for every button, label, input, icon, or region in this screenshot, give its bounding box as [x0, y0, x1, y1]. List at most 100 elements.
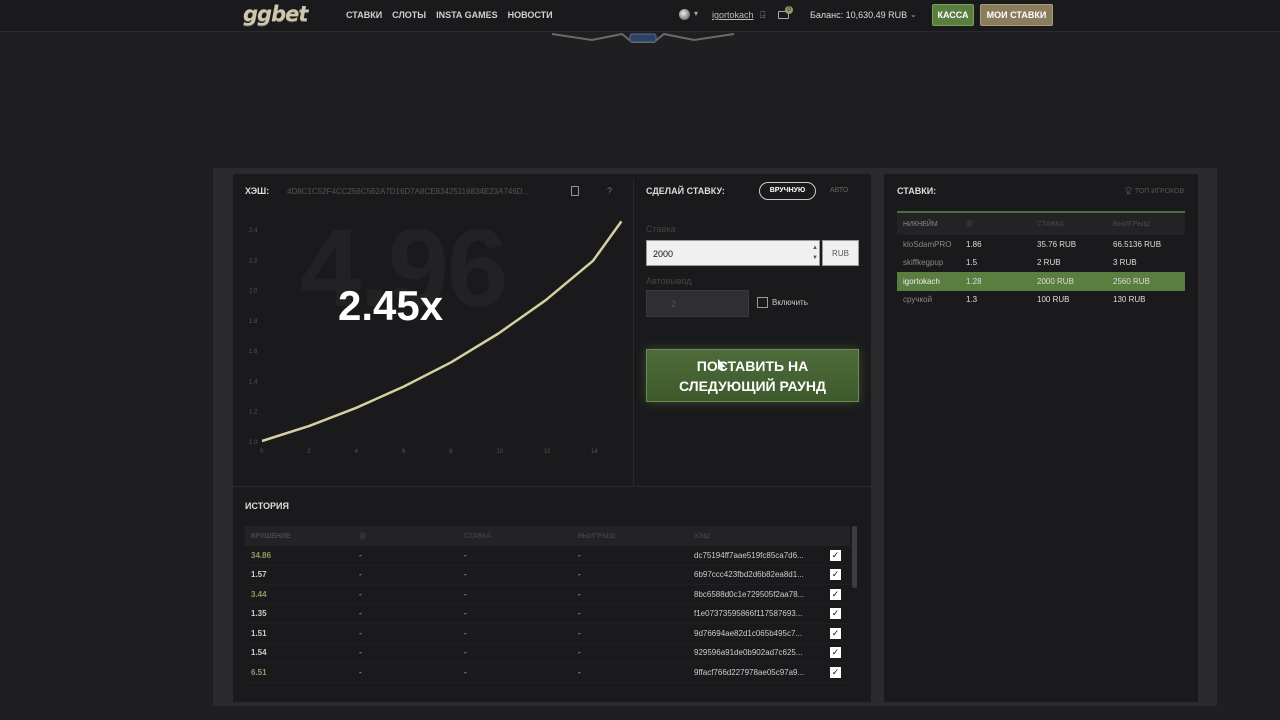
trophy-icon: 🏆︎	[1124, 188, 1133, 195]
verified-check-icon[interactable]: ✓	[830, 608, 841, 620]
autocashout-label: Автовывод	[646, 276, 692, 286]
history-win: -	[578, 667, 581, 677]
logout-icon[interactable]: ⍈	[760, 10, 765, 21]
ggbet-logo[interactable]: ggbet	[243, 2, 308, 26]
chevron-down-icon[interactable]: ▾	[694, 9, 698, 18]
verified-check-icon[interactable]: ✓	[830, 588, 841, 600]
balance-display[interactable]: Баланс: 10,630.49 RUB	[810, 10, 907, 20]
bets-row: сручкой 1.3 100 RUB 130 RUB	[897, 291, 1185, 310]
verified-check-icon[interactable]: ✓	[830, 647, 841, 659]
history-crash: 34.86	[251, 550, 272, 560]
stake-stepper-icon[interactable]: ▲ ▼	[812, 243, 818, 263]
nav-item-insta-games[interactable]: INSTA GAMES	[436, 10, 498, 20]
x-tick-label: 2	[307, 449, 311, 455]
help-icon[interactable]: ?	[607, 186, 612, 196]
bet-at: 1.3	[966, 295, 978, 305]
history-crash: 1.35	[251, 609, 267, 619]
history-row[interactable]: 1.51 - - - 9d76694ae82d1c065b495c7... ✓	[245, 624, 850, 644]
bet-at: 1.86	[966, 239, 982, 249]
history-stake: -	[464, 648, 467, 658]
autocashout-checkbox[interactable]	[757, 297, 768, 308]
history-at: -	[359, 609, 362, 619]
x-tick-label: 6	[402, 449, 406, 455]
history-crash: 1.51	[251, 628, 267, 638]
history-crash: 6.51	[251, 667, 267, 677]
history-table: КРУШЕНИЕ @ СТАВКА ВЫИГРЫШ ХЭШ 34.86 - - - dc…	[245, 526, 850, 683]
history-hash: 9ffacf766d227978ae05c97a9...	[694, 667, 805, 677]
bet-nickname: kloSdamPRO	[903, 239, 952, 249]
history-stake: -	[464, 550, 467, 560]
x-tick-label: 4	[355, 449, 359, 455]
copy-icon[interactable]	[571, 186, 579, 196]
top-nav-bar	[0, 0, 1280, 32]
col-at: @	[359, 532, 367, 540]
col-nickname: НИКНЕЙМ	[903, 220, 938, 228]
username-link[interactable]: igortokach	[712, 10, 754, 20]
nav-item-news[interactable]: НОВОСТИ	[508, 10, 553, 20]
verified-check-icon[interactable]: ✓	[830, 627, 841, 639]
bets-row: igortokach 1.28 2000 RUB 2560 RUB	[897, 272, 1185, 291]
verified-check-icon[interactable]: ✓	[830, 666, 841, 678]
col-win: ВЫИГРЫШ	[578, 532, 615, 540]
history-at: -	[359, 570, 362, 580]
place-bet-line2: СЛЕДУЮЩИЙ РАУНД	[679, 378, 826, 394]
x-tick-label: 14	[591, 449, 598, 455]
bet-at: 1.5	[966, 258, 978, 268]
bet-stake: 2 RUB	[1037, 258, 1061, 268]
history-row[interactable]: 3.44 - - - 8bc6588d0c1e729505f2aa78... ✓	[245, 585, 850, 605]
history-at: -	[359, 628, 362, 638]
col-win: ВЫИГРЫШ	[1113, 220, 1150, 228]
crash-chart: 1.0 1.2 1.4 1.6 1.8 2.0 2.2 2.4 0 2 4 6 8 10 12 14	[249, 220, 623, 455]
nav-item-slots[interactable]: СЛОТЫ	[392, 10, 426, 20]
autocashout-enable-label[interactable]: Включить	[772, 298, 808, 307]
history-win: -	[578, 570, 581, 580]
history-row[interactable]: 6.51 - - - 9ffacf766d227978ae05c97a9... ✓	[245, 663, 850, 683]
autocashout-input[interactable]: 2	[646, 290, 749, 317]
history-hash: 929596a91de0b902ad7c625...	[694, 648, 803, 658]
x-tick-label: 0	[260, 449, 264, 455]
bet-win: 3 RUB	[1113, 258, 1137, 268]
language-flag-icon[interactable]	[679, 9, 690, 20]
bets-title: СТАВКИ:	[897, 186, 937, 196]
my-bets-button[interactable]: МОИ СТАВКИ	[980, 4, 1053, 26]
x-tick-label: 8	[449, 449, 453, 455]
history-win: -	[578, 589, 581, 599]
mode-manual-tab[interactable]: ВРУЧНУЮ	[759, 182, 816, 200]
history-row[interactable]: 1.57 - - - 6b97ccc423fbd2d6b82ea8d1... ✓	[245, 566, 850, 585]
y-tick-label: 1.0	[249, 440, 258, 446]
history-at: -	[359, 667, 362, 677]
cashier-button[interactable]: КАССА	[932, 4, 974, 26]
bets-header: НИКНЕЙМ @ СТАВКА ВЫИГРЫШ	[897, 213, 1185, 235]
history-stake: -	[464, 609, 467, 619]
history-hash: 6b97ccc423fbd2d6b82ea8d1...	[694, 570, 804, 580]
place-bet-button[interactable]: ПОСТАВИТЬ НА СЛЕДУЮЩИЙ РАУНД	[646, 349, 859, 402]
history-row[interactable]: 34.86 - - - dc75194ff7aae519fc85ca7d6... ✓	[245, 546, 850, 566]
bet-win: 2560 RUB	[1113, 276, 1150, 286]
x-tick-label: 12	[544, 449, 551, 455]
nav-item-bets[interactable]: СТАВКИ	[346, 10, 382, 20]
history-scrollbar-thumb[interactable]	[852, 526, 857, 588]
divider	[233, 486, 871, 487]
history-row[interactable]: 1.35 - - - f1e07373595866f117587693... ✓	[245, 605, 850, 624]
chevron-down-icon[interactable]: ⌄	[910, 10, 917, 19]
verified-check-icon[interactable]: ✓	[830, 549, 841, 561]
history-row[interactable]: 1.54 - - - 929596a91de0b902ad7c625... ✓	[245, 644, 850, 663]
history-win: -	[578, 628, 581, 638]
current-multiplier: 2.45x	[338, 282, 444, 329]
top-players-link[interactable]: 🏆︎ ТОП ИГРОКОВ	[1124, 187, 1184, 195]
bet-at: 1.28	[966, 276, 982, 286]
history-stake: -	[464, 570, 467, 580]
history-hash: 9d76694ae82d1c065b495c7...	[694, 628, 803, 638]
history-hash: 8bc6588d0c1e729505f2aa78...	[694, 589, 805, 599]
mode-auto-tab[interactable]: АВТО	[830, 187, 848, 194]
stake-input[interactable]: 2000	[646, 240, 820, 266]
y-tick-label: 1.6	[249, 349, 258, 355]
bet-stake: 2000 RUB	[1037, 276, 1074, 286]
hash-label: ХЭШ:	[245, 186, 270, 196]
history-at: -	[359, 589, 362, 599]
bet-panel-title: СДЕЛАЙ СТАВКУ:	[646, 186, 725, 196]
top-players-label: ТОП ИГРОКОВ	[1134, 188, 1185, 195]
verified-check-icon[interactable]: ✓	[830, 569, 841, 581]
x-tick-label: 10	[496, 449, 503, 455]
bets-row: kloSdamPRO 1.86 35.76 RUB 66.5136 RUB	[897, 235, 1185, 254]
